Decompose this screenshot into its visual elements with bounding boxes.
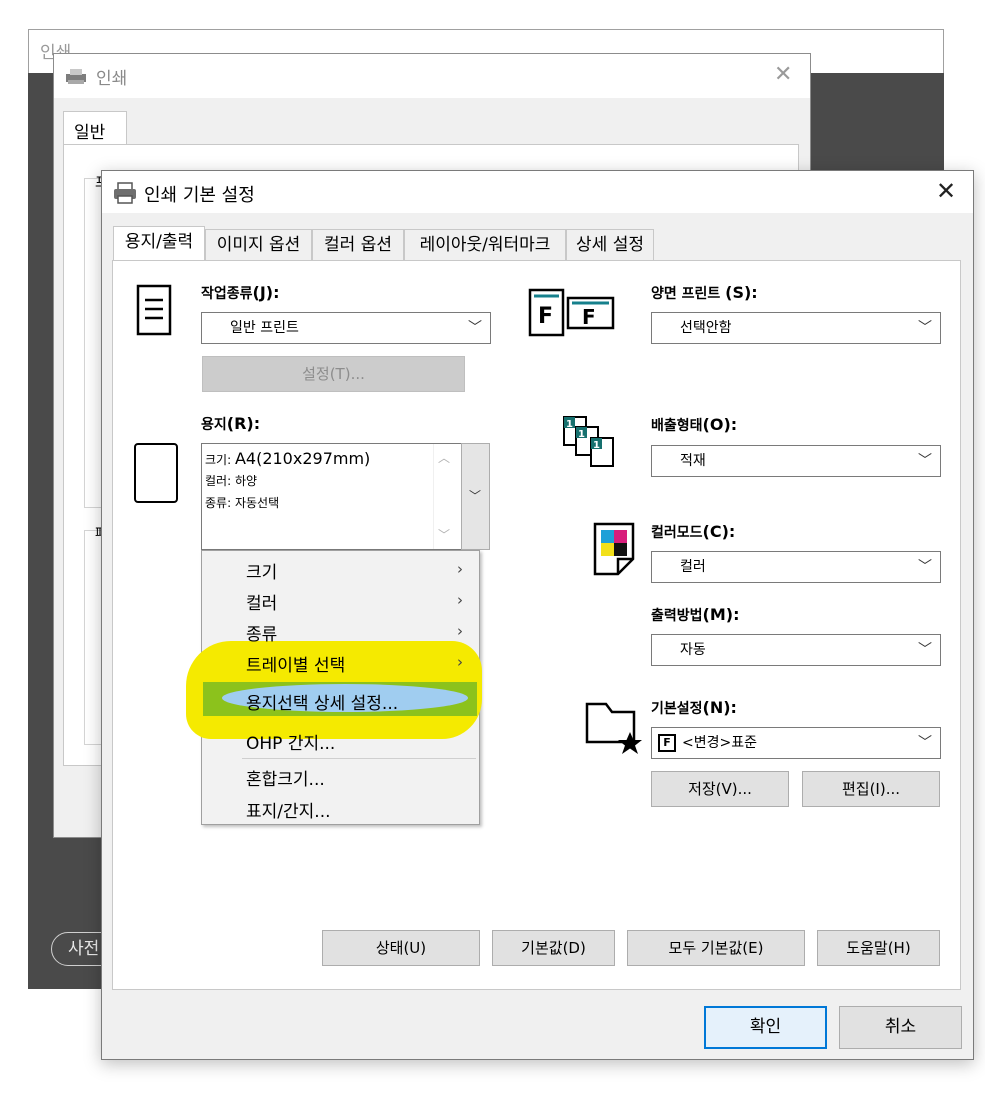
tab-advanced[interactable]: 상세 설정	[566, 229, 654, 261]
dialog-title: 인쇄 기본 설정	[144, 185, 255, 206]
svg-text:F: F	[582, 305, 596, 329]
all-default-button[interactable]: 모두 기본값(E)	[627, 930, 805, 966]
output-method-label: 출력방법(M):	[651, 605, 740, 624]
chevron-down-icon: ﹀	[918, 642, 932, 658]
print-window-title: 인쇄	[96, 69, 128, 89]
chevron-down-icon: ﹀	[468, 320, 482, 336]
printer-icon	[114, 182, 136, 204]
output-method-select[interactable]: 자동 ﹀	[651, 634, 941, 666]
job-type-label: 작업종류(J):	[201, 283, 280, 302]
menu-item-paper-advanced[interactable]: 용지선택 상세 설정...	[246, 689, 398, 714]
chevron-down-icon: ﹀	[469, 489, 482, 503]
document-icon	[136, 284, 172, 336]
job-type-select[interactable]: 일반 프린트 ﹀	[201, 312, 491, 344]
paper-label: 용지(R):	[201, 414, 261, 433]
paper-icon	[134, 443, 178, 503]
preset-select[interactable]: F <변경>표준 ﹀	[651, 727, 941, 759]
print-window-group-box	[84, 530, 102, 745]
menu-separator	[242, 758, 476, 759]
output-select[interactable]: 적재 ﹀	[651, 445, 941, 477]
status-button[interactable]: 상태(U)	[322, 930, 480, 966]
edit-preset-button[interactable]: 편집(I)...	[802, 771, 940, 807]
paper-color-line: 컬러: 하양	[205, 474, 258, 488]
chevron-right-icon: ›	[457, 653, 463, 671]
color-mode-icon	[593, 522, 635, 576]
print-window-group-box	[84, 178, 102, 508]
menu-item-cover-interleave[interactable]: 표지/간지...	[246, 797, 331, 822]
save-preset-button[interactable]: 저장(V)...	[651, 771, 789, 807]
dialog-close-icon[interactable]: ✕	[936, 177, 956, 205]
scroll-up-icon[interactable]: ︿	[438, 449, 450, 466]
preset-label: 기본설정(N):	[651, 698, 737, 717]
svg-text:1: 1	[578, 429, 585, 440]
chevron-down-icon: ﹀	[918, 453, 932, 469]
tab-paper-output[interactable]: 용지/출력	[113, 226, 205, 262]
menu-item-mixed-size[interactable]: 혼합크기...	[246, 765, 325, 790]
paper-type-line: 종류: 자동선택	[205, 496, 280, 510]
preset-badge-icon: F	[658, 734, 676, 752]
duplex-label: 양면 프린트 (S):	[651, 283, 758, 302]
duplex-select[interactable]: 선택안함 ﹀	[651, 312, 941, 344]
job-settings-button[interactable]: 설정(T)...	[202, 356, 465, 392]
color-mode-label: 컬러모드(C):	[651, 522, 736, 541]
chevron-right-icon: ›	[457, 560, 463, 578]
chevron-down-icon: ﹀	[918, 559, 932, 575]
print-window-close-icon[interactable]: ✕	[774, 62, 792, 87]
paper-size-line: 크기: A4(210x297mm)	[205, 449, 371, 468]
tab-color-options[interactable]: 컬러 옵션	[312, 229, 404, 261]
menu-item-size[interactable]: 크기	[246, 558, 277, 583]
menu-item-type[interactable]: 종류	[246, 620, 277, 645]
chevron-right-icon: ›	[457, 591, 463, 609]
svg-text:1: 1	[593, 440, 600, 451]
default-button[interactable]: 기본값(D)	[492, 930, 615, 966]
output-label: 배출형태(O):	[651, 415, 738, 434]
cancel-button[interactable]: 취소	[839, 1006, 962, 1049]
tab-general[interactable]: 일반	[63, 111, 127, 145]
folder-star-icon	[585, 702, 642, 754]
tab-layout-watermark[interactable]: 레이아웃/워터마크	[404, 229, 566, 261]
help-button[interactable]: 도움말(H)	[817, 930, 940, 966]
color-mode-select[interactable]: 컬러 ﹀	[651, 551, 941, 583]
svg-text:F: F	[538, 304, 553, 329]
ok-button[interactable]: 확인	[704, 1006, 827, 1049]
menu-item-tray-select[interactable]: 트레이별 선택	[246, 651, 345, 676]
scroll-down-icon[interactable]: ﹀	[438, 526, 450, 543]
tab-image-options[interactable]: 이미지 옵션	[205, 229, 312, 261]
svg-text:1: 1	[566, 419, 573, 430]
duplex-icon: F F	[528, 288, 615, 337]
chevron-down-icon: ﹀	[918, 320, 932, 336]
menu-item-color[interactable]: 컬러	[246, 589, 277, 614]
collate-stack-icon: 1 1 1	[563, 416, 614, 467]
menu-item-ohp-interleave[interactable]: OHP 간지...	[246, 729, 335, 754]
printer-icon	[66, 69, 86, 84]
print-window-titlebar	[54, 54, 810, 98]
chevron-right-icon: ›	[457, 622, 463, 640]
chevron-down-icon: ﹀	[918, 735, 932, 751]
